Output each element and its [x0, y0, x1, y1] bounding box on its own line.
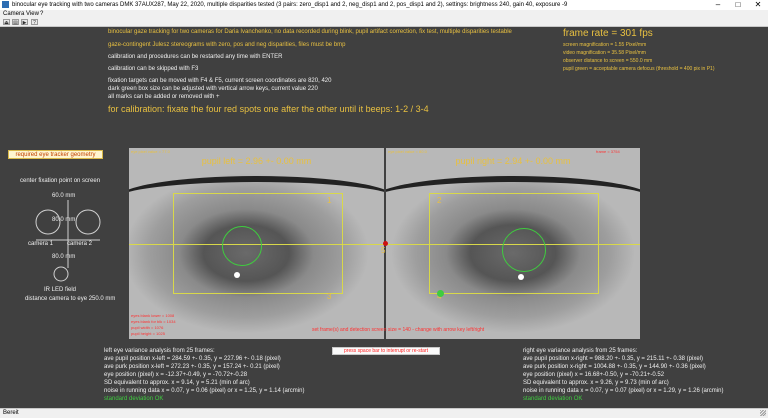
info-line: all marks can be added or removed with +	[108, 94, 220, 100]
frame-counter: frame = 3754	[596, 149, 620, 154]
left-stats-line: SD equivalent to approx. x = 9.14, y = 5…	[104, 380, 250, 386]
toolbar: ⏏ ▤ ▶ ?	[0, 18, 768, 27]
app-icon	[2, 1, 9, 8]
center-marker-label: 5	[381, 246, 386, 255]
right-stats-line: SD equivalent to approx. x = 9.26, y = 9…	[523, 380, 669, 386]
stat-line: observer distance to screen = 550.0 mm	[563, 58, 653, 64]
left-eye-info: eyes blank for blk = 1034	[131, 319, 176, 324]
left-eye-pixel-value: eye pixel value = 77.0	[131, 149, 170, 154]
toolbar-start-button[interactable]: ▶	[21, 19, 28, 26]
camera1-label: camera 1	[28, 241, 54, 247]
minimize-button[interactable]: –	[708, 0, 728, 10]
maximize-button[interactable]: □	[728, 0, 748, 10]
info-line: dark green box size can be adjusted with…	[108, 86, 318, 92]
right-stats-ok: standard deviation OK	[523, 396, 583, 402]
left-corneal-glint	[234, 272, 240, 278]
distance-bottom-label: 80.0 mm	[52, 254, 76, 260]
left-eye-info: pupil height = 1025	[131, 331, 165, 336]
detection-notice: set frame(s) and detection screen size =…	[312, 327, 485, 333]
interrupt-restart-button[interactable]: press space bar to interrupt or re-start	[332, 347, 440, 355]
ir-led-label: IR LED field	[44, 287, 77, 293]
camera2-label: camera 2	[67, 241, 93, 247]
eye-tracker-geometry-button[interactable]: required eye tracker geometry	[8, 150, 103, 159]
left-eye-info: eyes blank lower = 1008	[131, 313, 175, 318]
calibration-point-2: 2	[437, 196, 442, 205]
right-pupil-circle	[502, 228, 546, 272]
right-stats-line: ave purk position x-right = 1004.88 +- 0…	[523, 364, 706, 370]
left-pupil-label: pupil left = 2.96 +- 0.00 mm	[201, 156, 312, 166]
right-stats-line: noise in running data x = 0.07, y = 0.07…	[523, 388, 724, 394]
calibration-point-3: 3	[327, 292, 332, 301]
toolbar-view-button[interactable]: ▤	[12, 19, 19, 26]
right-corneal-glint	[518, 274, 524, 280]
calibration-point-1: 1	[327, 196, 332, 205]
camera-distance-label: distance camera to eye 250.0 mm	[25, 296, 116, 302]
frame-rate: frame rate = 301 fps	[563, 28, 653, 39]
menu-help[interactable]: ?	[40, 10, 43, 18]
stat-line: screen magnification = 1.55 Pixel/mm	[563, 42, 647, 48]
ir-led-icon	[53, 266, 69, 282]
right-stats-title: right eye variance analysis from 25 fram…	[523, 348, 638, 354]
left-stats-title: left eye variance analysis from 25 frame…	[104, 348, 215, 354]
info-line: gaze-contingent Julesz stereograms with …	[108, 42, 346, 48]
left-pupil-circle	[222, 226, 262, 266]
menu-camera[interactable]: Camera	[3, 10, 24, 18]
left-eye-info: pupil width = 1076	[131, 325, 164, 330]
right-pupil-label: pupil right = 2.94 +- 0.00 mm	[455, 156, 571, 166]
left-stats-line: eye position (pixel) x = -12.37+-0.49, y…	[104, 372, 248, 378]
toolbar-camera-button[interactable]: ⏏	[3, 19, 10, 26]
left-stats-line: ave pupil position x-left = 284.59 +- 0.…	[104, 356, 281, 362]
left-stats-ok: standard deviation OK	[104, 396, 164, 402]
info-line: calibration can be skipped with F3	[108, 66, 199, 72]
menu-bar: Camera View ?	[0, 10, 768, 18]
distance-mid-label: 80.0 mm	[52, 217, 76, 223]
close-button[interactable]: ✕	[748, 0, 768, 10]
center-fixation-label: center fixation point on screen	[20, 178, 101, 184]
calibration-instruction: for calibration: fixate the four red spo…	[108, 104, 429, 114]
window-title: binocular eye tracking with two cameras …	[12, 2, 568, 8]
menu-view[interactable]: View	[26, 10, 39, 18]
stat-line: pupil green = acceptable camera defocus …	[563, 66, 715, 72]
distance-top-label: 60.0 mm	[52, 193, 76, 199]
left-stats-line: ave purk position x-left = 272.23 +- 0.3…	[104, 364, 280, 370]
stat-line: video magnification = 35.58 Pixel/mm	[563, 50, 646, 56]
calibration-marker-green	[437, 290, 444, 297]
info-line: calibration and procedures can be restar…	[108, 54, 283, 60]
right-stats-line: eye position (pixel) x = 16.68+-0.50, y …	[523, 372, 665, 378]
toolbar-help-button[interactable]: ?	[31, 19, 38, 26]
right-eye-pixel-value: eye pixel value = 80.0	[388, 149, 427, 154]
info-line: fixation targets can be moved with F4 & …	[108, 78, 332, 84]
right-stats-line: ave pupil position x-right = 988.20 +- 0…	[523, 356, 703, 362]
info-line: binocular gaze tracking for two cameras …	[108, 29, 512, 35]
resize-grip-icon[interactable]	[760, 410, 766, 416]
left-stats-line: noise in running data x = 0.07, y = 0.06…	[104, 388, 305, 394]
